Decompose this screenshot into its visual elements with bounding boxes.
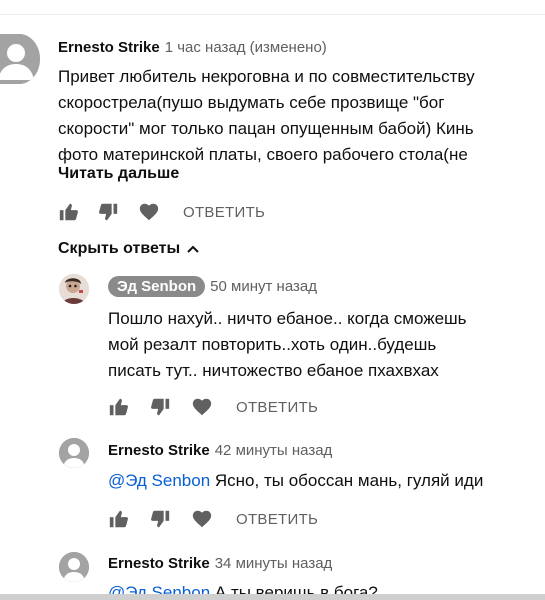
reply-button[interactable]: ОТВЕТИТЬ xyxy=(236,511,318,528)
bottom-edge xyxy=(0,594,545,600)
reply-2-header: Ernesto Strike 42 минуты назад xyxy=(108,442,332,459)
top-divider xyxy=(0,14,545,15)
reply-1-actions: ОТВЕТИТЬ xyxy=(108,396,318,418)
reply-2-actions: ОТВЕТИТЬ xyxy=(108,508,318,530)
default-avatar-icon xyxy=(0,34,40,84)
comment-author[interactable]: Ernesto Strike xyxy=(58,39,160,56)
reply-1-line: Пошло нахуй.. ничто ебаное.. когда сможе… xyxy=(108,309,467,328)
reply-2-message: Ясно, ты обоссан мань, гуляй иди xyxy=(210,471,484,490)
comment-header: Ernesto Strike 1 час назад (изменено) xyxy=(58,39,327,56)
default-avatar-icon xyxy=(59,438,89,468)
reply-3-author[interactable]: Ernesto Strike xyxy=(108,555,210,572)
reply-2-avatar[interactable] xyxy=(59,438,89,468)
hide-replies-label: Скрыть ответы xyxy=(58,240,181,257)
reply-2-author[interactable]: Ernesto Strike xyxy=(108,442,210,459)
comment-line: скорострела(пушо выдумать себе прозвище … xyxy=(58,93,445,112)
thumb-up-icon[interactable] xyxy=(108,396,130,418)
reply-2-time[interactable]: 42 минуты назад xyxy=(215,442,333,459)
reply-button[interactable]: ОТВЕТИТЬ xyxy=(236,399,318,416)
commenter-avatar[interactable] xyxy=(0,34,40,84)
comment-text: Привет любитель некроговна и по совмести… xyxy=(58,64,528,168)
thumb-down-icon[interactable] xyxy=(149,396,171,418)
thumb-up-icon[interactable] xyxy=(58,201,80,223)
reply-1-time[interactable]: 50 минут назад xyxy=(210,278,317,295)
thumb-up-icon[interactable] xyxy=(108,508,130,530)
user-photo-icon xyxy=(59,274,89,304)
reply-button[interactable]: ОТВЕТИТЬ xyxy=(183,204,265,221)
reply-1-author-chip[interactable]: Эд Senbon xyxy=(108,276,206,297)
comment-line: Привет любитель некроговна и по совмести… xyxy=(58,67,475,86)
default-avatar-icon xyxy=(59,552,89,582)
reply-3-mention[interactable]: @Эд Senbon xyxy=(108,583,210,594)
heart-icon[interactable] xyxy=(191,508,213,530)
comment-actions: ОТВЕТИТЬ xyxy=(58,201,265,223)
reply-1-line: мой резалт повторить..хоть один..будешь xyxy=(108,335,437,354)
heart-icon[interactable] xyxy=(191,396,213,418)
comment-line: скорости" мог только пацан опущенным баб… xyxy=(58,119,474,138)
read-more-button[interactable]: Читать дальше xyxy=(58,165,179,183)
comment-time[interactable]: 1 час назад (изменено) xyxy=(165,39,327,56)
reply-3-text: @Эд Senbon А ты веришь в бога? xyxy=(108,580,528,594)
reply-1-header: Эд Senbon 50 минут назад xyxy=(108,276,317,297)
hide-replies-button[interactable]: Скрыть ответы xyxy=(58,240,200,258)
reply-1-avatar[interactable] xyxy=(59,274,89,304)
reply-3-time[interactable]: 34 минуты назад xyxy=(215,555,333,572)
heart-icon[interactable] xyxy=(138,201,160,223)
reply-3-header: Ernesto Strike 34 минуты назад xyxy=(108,555,332,572)
reply-3-avatar[interactable] xyxy=(59,552,89,582)
chevron-up-icon xyxy=(187,245,199,253)
reply-2-mention[interactable]: @Эд Senbon xyxy=(108,471,210,490)
thumb-down-icon[interactable] xyxy=(97,201,119,223)
reply-2-text: @Эд Senbon Ясно, ты обоссан мань, гуляй … xyxy=(108,468,528,494)
reply-3-message: А ты веришь в бога? xyxy=(210,583,378,594)
thumb-down-icon[interactable] xyxy=(149,508,171,530)
reply-1-text: Пошло нахуй.. ничто ебаное.. когда сможе… xyxy=(108,306,528,384)
reply-1-line: писать тут.. ничтожество ебаное пхахвхах xyxy=(108,361,439,380)
